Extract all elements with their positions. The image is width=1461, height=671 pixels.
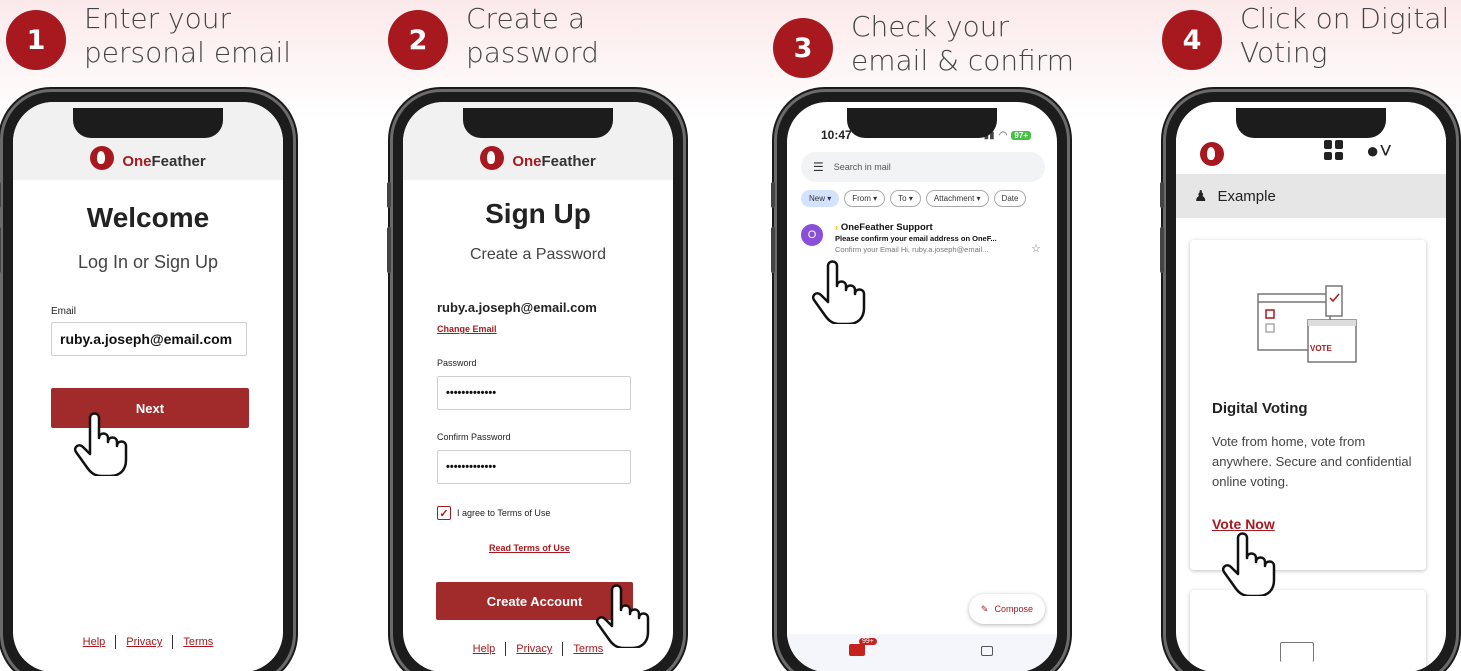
password-field[interactable]: ••••••••••••• (437, 376, 631, 410)
card-description: Vote from home, vote from anywhere. Secu… (1212, 434, 1412, 489)
brand-name: OneFeather (122, 153, 206, 170)
footer-links: Help Privacy Terms (13, 635, 283, 649)
apps-grid-icon[interactable] (1324, 140, 1344, 160)
tap-hand-icon (74, 412, 128, 476)
filter-chip-from[interactable]: From ▾ (844, 190, 886, 207)
confirm-password-label: Confirm Password (437, 432, 511, 442)
filter-chips: New ▾ From ▾ To ▾ Attachment ▾ Date (801, 190, 1027, 207)
account-email: ruby.a.joseph@email.com (437, 300, 597, 315)
phone-notch (1236, 108, 1386, 138)
mail-preview: Confirm your Email Hi, ruby.a.joseph@ema… (835, 245, 989, 254)
person-icon: ♟ (1194, 188, 1208, 205)
onefeather-logo-icon (90, 146, 115, 170)
bottom-nav: 99+ (787, 634, 1057, 671)
sender-avatar: O (801, 224, 823, 246)
phone-notch (463, 108, 613, 138)
phone-notch (847, 108, 997, 138)
step-number: 3 (773, 18, 833, 78)
meet-tab-icon[interactable] (981, 646, 993, 656)
terms-agreement: ✓ I agree to Terms of Use (437, 506, 550, 520)
ballot-box-icon (1257, 285, 1357, 363)
mail-subject: Please confirm your email address on One… (835, 234, 997, 243)
card-illustration-icon (1280, 642, 1314, 662)
mail-list-item[interactable]: O › OneFeather Support Please confirm yo… (801, 222, 1041, 262)
help-link[interactable]: Help (83, 636, 106, 648)
battery-icon: 97+ (1011, 131, 1031, 140)
page-subtitle: Log In or Sign Up (77, 252, 219, 272)
mail-search-bar[interactable]: ☰ Search in mail (801, 152, 1045, 182)
step-text: Create a password (466, 2, 599, 69)
password-label: Password (437, 358, 477, 368)
compose-button[interactable]: ✎ Compose (968, 594, 1045, 624)
status-time: 10:47 (821, 128, 852, 142)
tap-hand-icon (812, 260, 866, 324)
screen-gmail: 10:47 ▮▮ ◠ 97+ ☰ Search in mail New ▾ Fr… (787, 102, 1057, 671)
change-email-link[interactable]: Change Email (437, 324, 497, 334)
page-subtitle: Create a Password (469, 246, 607, 263)
terms-checkbox[interactable]: ✓ (437, 506, 451, 520)
important-marker-icon: › (835, 222, 839, 233)
terms-link[interactable]: Terms (183, 636, 213, 648)
email-label: Email (51, 306, 77, 317)
screen-digital-voting: ●˅ ♟ Example VOTE Digital Voting Vote fr… (1176, 102, 1446, 671)
privacy-link[interactable]: Privacy (516, 643, 552, 655)
filter-chip-to[interactable]: To ▾ (890, 190, 921, 207)
phone-3: 10:47 ▮▮ ◠ 97+ ☰ Search in mail New ▾ Fr… (771, 92, 1067, 671)
unread-badge: 99+ (859, 638, 877, 645)
page-title: Sign Up (485, 198, 591, 229)
step-text: Click on Digital Voting (1240, 2, 1450, 69)
help-link[interactable]: Help (473, 643, 496, 655)
step-number: 2 (388, 10, 448, 70)
read-terms-link[interactable]: Read Terms of Use (489, 543, 570, 553)
filter-chip-date[interactable]: Date (993, 190, 1027, 207)
filter-chip-attachment[interactable]: Attachment ▾ (925, 190, 989, 207)
confirm-password-field[interactable]: ••••••••••••• (437, 450, 631, 484)
screen-welcome: OneFeather Welcome Log In or Sign Up Ema… (13, 102, 283, 671)
agree-label: I agree to Terms of Use (457, 508, 551, 518)
card-title: Digital Voting (1212, 400, 1308, 417)
star-icon[interactable]: ☆ (1031, 242, 1041, 255)
wifi-icon: ◠ (998, 130, 1008, 141)
account-icon[interactable]: ●˅ (1366, 138, 1392, 164)
next-card[interactable] (1190, 590, 1426, 671)
email-field[interactable]: ruby.a.joseph@email.com (51, 322, 247, 356)
brand-name: OneFeather (512, 153, 596, 170)
filter-chip-new[interactable]: New ▾ (801, 190, 840, 207)
mail-tab-icon[interactable] (849, 644, 865, 656)
pencil-icon: ✎ (980, 603, 989, 614)
phone-notch (73, 108, 223, 138)
user-name: Example (1217, 187, 1276, 205)
tap-hand-icon (1222, 532, 1276, 596)
phone-4: ●˅ ♟ Example VOTE Digital Voting Vote fr… (1160, 92, 1456, 671)
menu-icon[interactable]: ☰ (813, 160, 824, 174)
onefeather-logo-icon (480, 146, 505, 170)
search-placeholder: Search in mail (833, 162, 891, 172)
compose-label: Compose (994, 604, 1033, 614)
ballot-box-label: VOTE (1310, 344, 1332, 353)
privacy-link[interactable]: Privacy (126, 636, 162, 648)
step-number: 1 (6, 10, 66, 70)
user-bar: ♟ Example (1176, 174, 1446, 218)
onefeather-logo-icon[interactable] (1200, 142, 1224, 166)
step-number: 4 (1162, 10, 1222, 70)
step-text: Enter your personal email (84, 2, 292, 69)
page-title: Welcome (86, 202, 210, 233)
phone-1: OneFeather Welcome Log In or Sign Up Ema… (0, 92, 293, 671)
tap-hand-icon (596, 584, 650, 648)
mail-sender: › OneFeather Support (835, 222, 933, 233)
step-text: Check your email & confirm (851, 10, 1075, 77)
